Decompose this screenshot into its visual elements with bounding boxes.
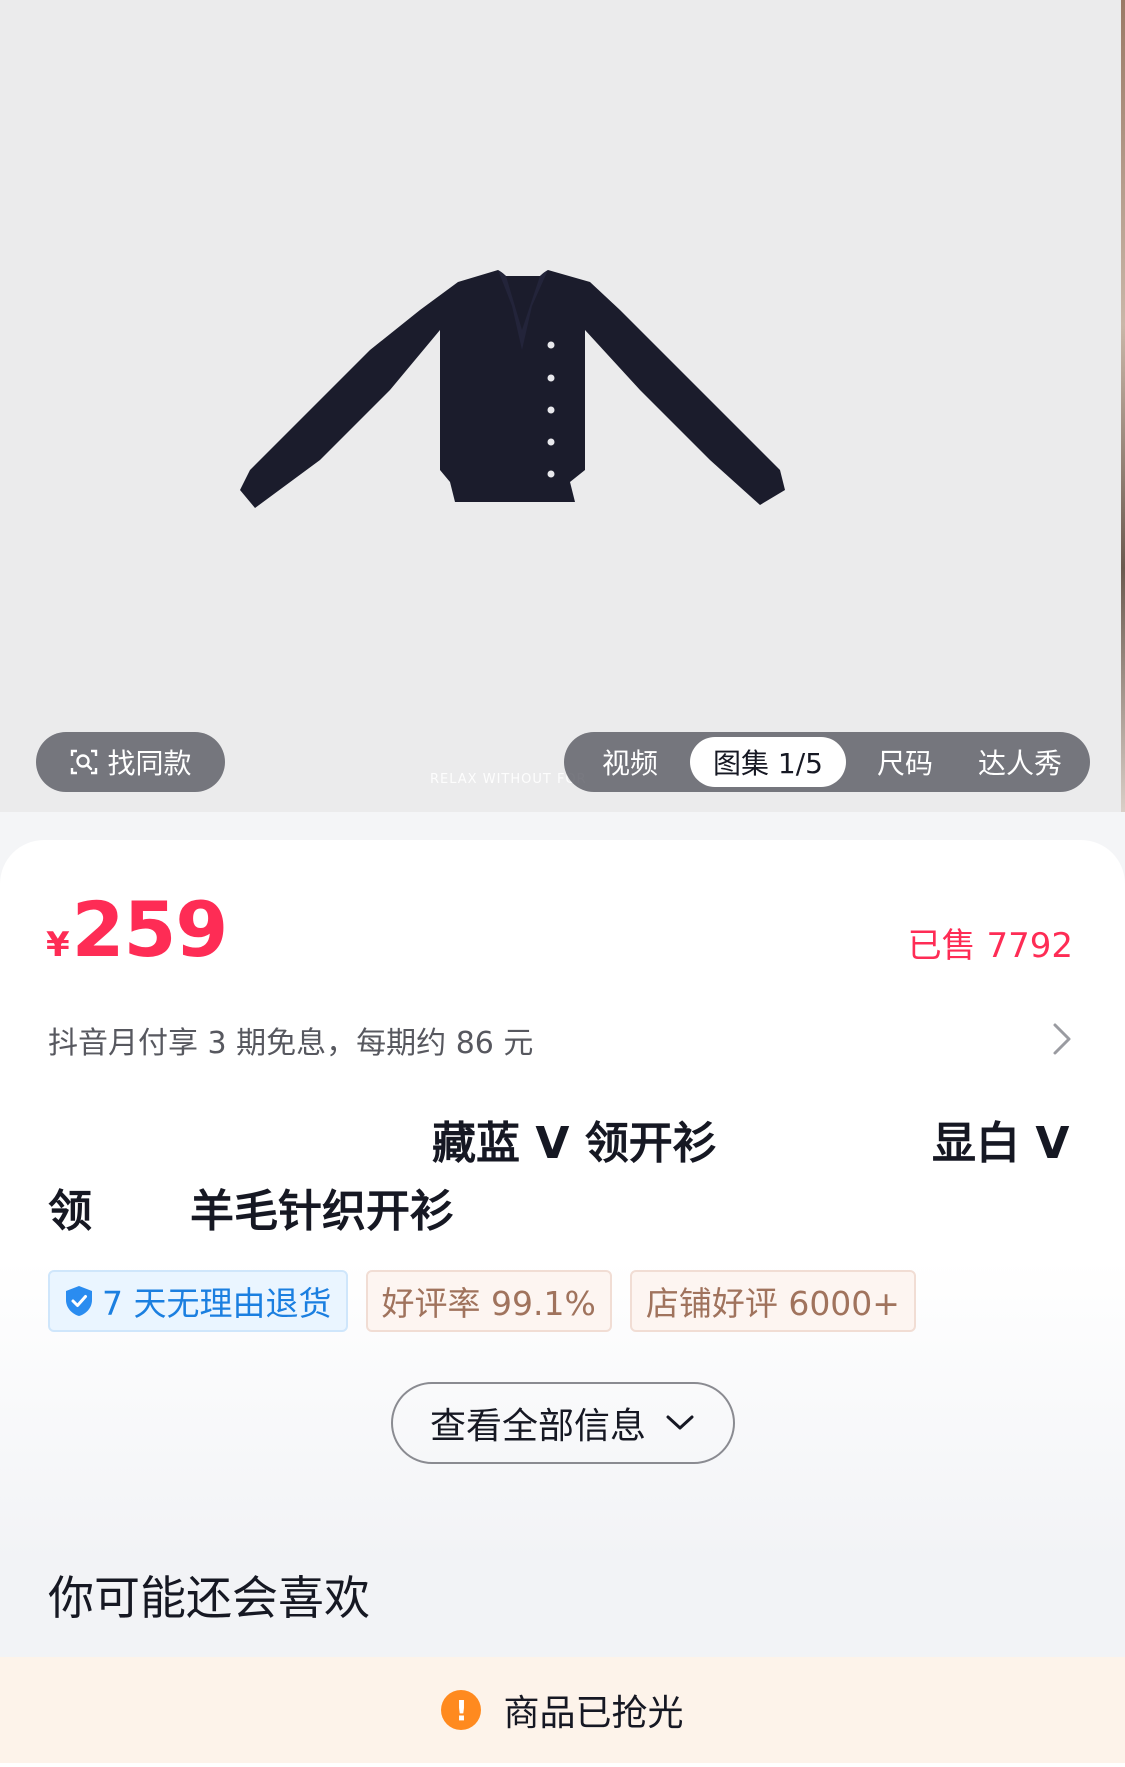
image-search-icon — [71, 749, 98, 775]
sold-out-label: 商品已抢光 — [503, 1693, 684, 1734]
find-same-button[interactable]: 找同款 — [36, 732, 225, 792]
sold-count: 已售 7792 — [907, 926, 1073, 966]
warning-icon: ! — [441, 1690, 482, 1730]
product-photo-cardigan — [240, 270, 785, 508]
title-segment: 藏蓝 V 领开衫 — [432, 1118, 717, 1169]
title-segment: 领 — [48, 1186, 92, 1237]
chevron-down-icon — [666, 1415, 694, 1430]
chevron-right-icon[interactable] — [1051, 1022, 1073, 1056]
tab-influencer-show[interactable]: 达人秀 — [964, 737, 1076, 787]
tab-size[interactable]: 尺码 — [846, 737, 964, 787]
good-rate-tag[interactable]: 好评率 99.1% — [365, 1270, 612, 1332]
sold-out-bar: ! 商品已抢光 — [0, 1657, 1125, 1763]
return-policy-label: 7 天无理由退货 — [102, 1284, 332, 1323]
product-image-gallery[interactable]: RELAX WITHOUT FOR 找同款 视频 图集 1/5 尺码 达人秀 — [0, 0, 1125, 812]
image-edge-strip — [1121, 0, 1125, 812]
view-all-info-button[interactable]: 查看全部信息 — [391, 1382, 735, 1464]
view-all-label: 查看全部信息 — [429, 1406, 646, 1447]
price-amount: 259 — [71, 885, 229, 974]
find-same-label: 找同款 — [107, 747, 192, 780]
media-tabs: 视频 图集 1/5 尺码 达人秀 — [564, 732, 1090, 792]
image-watermark: RELAX WITHOUT FOR — [430, 772, 587, 787]
bottom-divider — [0, 1763, 1125, 1767]
currency-symbol: ¥ — [46, 925, 70, 965]
title-segment: 显白 V — [932, 1118, 1070, 1169]
store-reviews-tag[interactable]: 店铺好评 6000+ — [629, 1270, 916, 1332]
service-tags: 7 天无理由退货 好评率 99.1% 店铺好评 6000+ — [48, 1270, 916, 1332]
shield-check-icon — [66, 1286, 92, 1316]
return-policy-tag[interactable]: 7 天无理由退货 — [48, 1270, 348, 1332]
product-price: ¥ 259 — [46, 885, 229, 974]
title-segment: 羊毛针织开衫 — [190, 1186, 454, 1237]
recommend-section-title: 你可能还会喜欢 — [48, 1571, 370, 1625]
tab-video[interactable]: 视频 — [570, 737, 690, 787]
installment-info[interactable]: 抖音月付享 3 期免息，每期约 86 元 — [48, 1018, 533, 1062]
tab-gallery[interactable]: 图集 1/5 — [690, 737, 846, 787]
